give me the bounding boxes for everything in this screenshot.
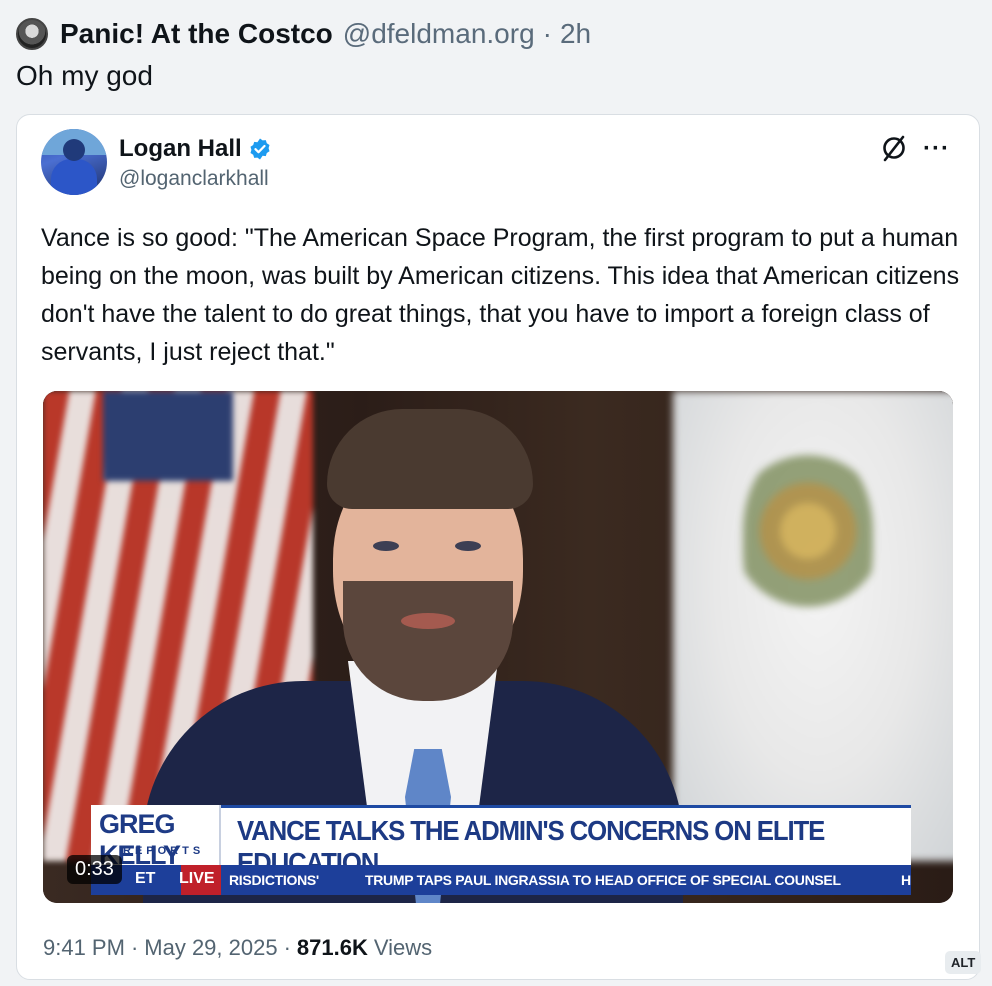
- post-header: Panic! At the Costco @dfeldman.org · 2h: [16, 16, 591, 52]
- person-eye-right: [455, 541, 481, 551]
- verified-badge-icon: [250, 138, 270, 160]
- author-handle[interactable]: @dfeldman.org: [343, 18, 535, 50]
- post-time-of-day[interactable]: 9:41 PM: [43, 935, 125, 961]
- grok-icon[interactable]: [879, 133, 909, 163]
- ticker-end-text: H: [901, 872, 912, 888]
- flag-canton: [103, 391, 233, 481]
- embed-author-handle[interactable]: @loganclarkhall: [119, 167, 269, 191]
- embed-post-text: Vance is so good: "The American Space Pr…: [41, 224, 960, 366]
- footer-dot-2: ·: [283, 935, 291, 960]
- ticker-et: ET: [135, 870, 156, 887]
- ticker-story-text: TRUMP TAPS PAUL INGRASSIA TO HEAD OFFICE…: [365, 872, 841, 888]
- separator-dot: ·: [542, 18, 552, 49]
- views-count: 871.6K: [296, 935, 368, 960]
- person-mouth: [401, 613, 455, 629]
- post-text: Oh my god: [16, 60, 153, 91]
- author-avatar[interactable]: [16, 18, 48, 50]
- embed-footer: 9:41 PM · May 29, 2025 · 871.6K Views: [43, 935, 432, 961]
- embed-author-name[interactable]: Logan Hall: [119, 135, 242, 163]
- author-name[interactable]: Panic! At the Costco: [60, 18, 333, 50]
- person-eye-left: [373, 541, 399, 551]
- embed-author-name-row[interactable]: Logan Hall: [119, 135, 272, 163]
- post-date[interactable]: May 29, 2025: [144, 935, 277, 961]
- embed-author-avatar[interactable]: [41, 129, 107, 195]
- show-logo-subtext: REPORTS: [123, 845, 205, 857]
- more-options-icon[interactable]: ···: [923, 135, 950, 163]
- quoted-post-card[interactable]: Logan Hall @loganclarkhall ··· Vance is …: [16, 114, 982, 980]
- live-label: LIVE: [179, 870, 215, 887]
- video-player[interactable]: GREG KELLY REPORTS VANCE TALKS THE ADMIN…: [43, 391, 953, 903]
- seal-emblem: [743, 451, 873, 651]
- video-duration-badge: 0:33: [67, 855, 122, 884]
- post-time[interactable]: 2h: [560, 18, 591, 50]
- alt-text-badge[interactable]: ALT: [945, 951, 982, 974]
- person-hair: [327, 409, 533, 509]
- ticker-left-text: RISDICTIONS': [229, 872, 319, 888]
- footer-dot: ·: [130, 935, 139, 960]
- views-label: Views: [373, 935, 433, 960]
